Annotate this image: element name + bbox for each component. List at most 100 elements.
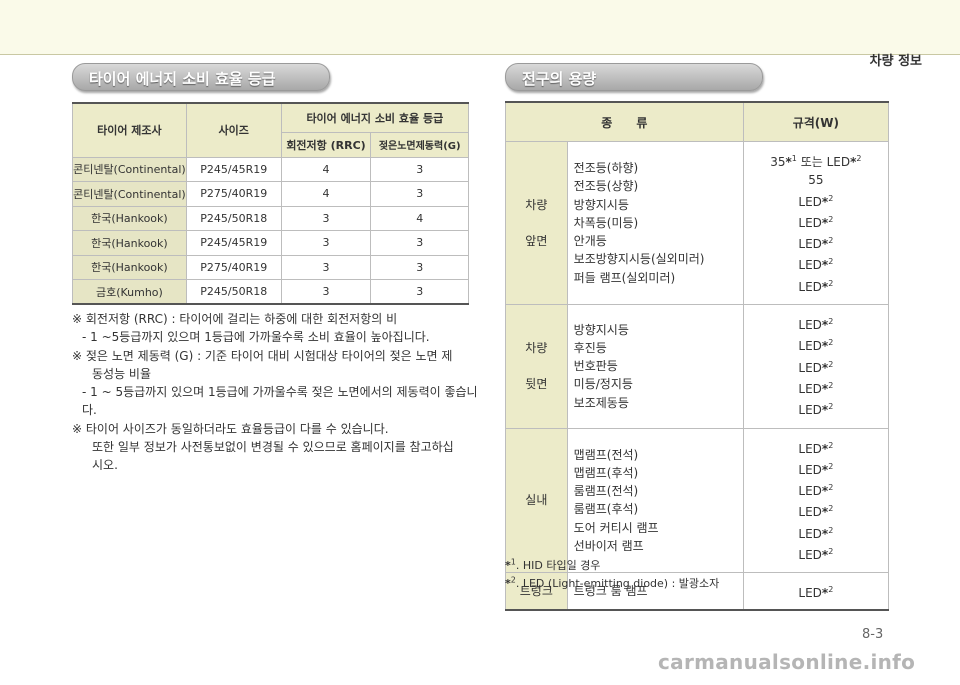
header-rrc: 회전저항 (RRC) (280, 131, 372, 158)
maker-cell: 한국(Hankook) (72, 230, 187, 256)
bulb-item: 보조제동등 (573, 395, 629, 410)
maker-cell: 한국(Hankook) (72, 205, 187, 231)
rrc-cell: 4 (280, 181, 372, 207)
bulb-spec: 35*1 또는 LED*2 (770, 154, 862, 169)
tire-notes: ※ 회전저항 (RRC) : 타이어에 걸리는 하중에 대한 회전저항의 비 - … (72, 310, 482, 475)
bulb-item: 도어 커티시 램프 (573, 520, 659, 535)
bulb-spec: LED*2 (798, 214, 834, 230)
size-cell: P275/40R19 (185, 181, 282, 207)
bulb-item: 전조등(상향) (573, 179, 639, 194)
bulb-spec: LED*2 (798, 278, 834, 294)
bulb-spec: LED*2 (798, 359, 834, 375)
bulb-item: 보조방향지시등(실외미러) (573, 252, 705, 267)
page-number: 8-3 (862, 627, 884, 642)
note-line: ※ 회전저항 (RRC) : 타이어에 걸리는 하중에 대한 회전저항의 비 (72, 312, 398, 326)
footnote-1: *1. HID 타입일 경우 (505, 557, 601, 572)
bulb-item: 미등/정지등 (573, 377, 633, 392)
bulb-category: 차량앞면 (505, 140, 568, 306)
bulb-spec: LED*2 (798, 317, 834, 333)
bulb-item: 룸램프(후석) (573, 502, 639, 517)
maker-cell: 금호(Kumho) (72, 279, 187, 305)
bulb-spec: LED*2 (798, 547, 834, 563)
wet-grip-cell: 3 (370, 254, 469, 280)
rrc-cell: 3 (280, 254, 372, 280)
header-wet-grip: 젖은노면제동력(G) (370, 131, 469, 158)
bulb-group-row: 차량앞면 전조등(하향) 전조등(상향) 방향지시등차폭등(미등) 안개등보조방향지시등… (505, 140, 890, 306)
header-spec: 규격(W) (742, 101, 890, 142)
header-type: 종 류 (505, 101, 744, 142)
bulb-item: 룸램프(전석) (573, 484, 639, 499)
wet-grip-cell: 3 (370, 230, 469, 256)
bulb-group-row: 차량 뒷면 방향지시등 후진등 번호판등 미등/정지등 보조제동등 LED*2 LED*2 LED… (505, 304, 890, 429)
note-line: - 1 ~ 5등급까지 있으며 1등급에 가까울수록 젖은 노면에서의 제동력이… (82, 385, 478, 418)
size-cell: P245/50R18 (185, 205, 282, 231)
wet-grip-cell: 4 (370, 205, 469, 231)
wet-grip-cell: 3 (370, 279, 469, 305)
table-row: 한국(Hankook) P275/40R19 3 3 (72, 254, 469, 280)
bulb-item: 전조등(하향) (573, 161, 639, 175)
wet-grip-cell: 3 (370, 156, 469, 182)
note-line: 동성능 비율 (92, 366, 152, 381)
bulb-spec: 55 (808, 173, 824, 188)
maker-cell: 콘티넨탈(Continental) (72, 181, 187, 207)
watermark: carmanualsonline.info (658, 650, 916, 674)
note-line: 시오. (92, 458, 118, 473)
bulb-specs: LED*2 LED*2 LED*2 LED*2 LED*2 (742, 304, 890, 429)
size-cell: P275/40R19 (185, 254, 282, 280)
bulb-spec: LED*2 (798, 193, 834, 209)
table-row: 한국(Hankook) P245/50R18 3 4 (72, 205, 469, 231)
rrc-cell: 3 (280, 279, 372, 305)
bulb-item: 안개등 (573, 234, 607, 249)
bulb-spec: LED*2 (798, 504, 834, 520)
bulb-spec: LED*2 (798, 402, 834, 418)
rrc-cell: 3 (280, 205, 372, 231)
bulb-spec: LED*2 (798, 461, 834, 477)
bulb-items: 방향지시등후진등번호판등미등/정지등보조제동등 (566, 304, 744, 429)
bulb-item: 번호판등 (573, 359, 618, 374)
size-cell: P245/50R18 (185, 279, 282, 305)
bulb-spec: LED*2 (798, 525, 834, 541)
bulb-spec: LED*2 (798, 236, 834, 252)
rrc-cell: 3 (280, 230, 372, 256)
bulb-specs: LED*2 (742, 572, 890, 612)
table-row: 한국(Hankook) P245/45R19 3 3 (72, 230, 469, 256)
size-cell: P245/45R19 (185, 230, 282, 256)
note-line: 또한 일부 정보가 사전통보없이 변경될 수 있으므로 홈페이지를 참고하십 (92, 440, 454, 455)
bulb-items: 맵램프(전석) 맵램프(후석) 룸램프(전석) 룸램프(후석) 도어 커티시 램프 선바이… (566, 427, 744, 574)
note-line: ※ 젖은 노면 제동력 (G) : 기준 타이어 대비 시험대상 타이어의 젖은… (72, 348, 453, 363)
tire-title: 타이어 에너지 소비 효율 등급 (89, 70, 276, 88)
category-label: 뒷면 (525, 377, 548, 392)
wet-grip-cell: 3 (370, 181, 469, 207)
category-label: 앞면 (525, 234, 548, 249)
category-label: 차량 (525, 198, 548, 213)
table-row: 콘티넨탈(Continental) P245/45R19 4 3 (72, 156, 469, 182)
bulb-item: 차폭등(미등) (573, 215, 639, 230)
category-label: 차량 (525, 341, 548, 356)
header-maker: 타이어 제조사 (72, 102, 187, 158)
bulb-item: 후진등 (573, 340, 607, 355)
bulb-specs: 35*1 또는 LED*2 55 LED*2 LED*2 LED*2 LED*2 LED*2 (742, 140, 890, 306)
header-grade: 타이어 에너지 소비 효율 등급 (280, 102, 470, 133)
bulb-title-pill: 전구의 용량 (505, 63, 763, 91)
table-row: 콘티넨탈(Continental) P275/40R19 4 3 (72, 181, 469, 207)
note-line: - 1 ~5등급까지 있으며 1등급에 가까울수록 소비 효율이 높아집니다. (82, 330, 430, 345)
maker-cell: 한국(Hankook) (72, 254, 187, 280)
category-label: 실내 (525, 493, 548, 508)
section-title: 차량 정보 (869, 54, 922, 69)
bulb-capacity-table: 종 류 규격(W) 차량 앞면 전조등(하향) 전조등(상향) 방향지시등 차폭등(미등)… (505, 101, 890, 612)
tire-title-pill: 타이어 에너지 소비 효율 등급 (72, 63, 330, 91)
rrc-cell: 4 (280, 156, 372, 182)
bulb-item: 맵램프(전석) (573, 447, 639, 462)
size-cell: P245/45R19 (185, 156, 282, 182)
bulb-item: 퍼들 램프(실외미러) (573, 270, 676, 285)
header-size: 사이즈 (185, 102, 282, 158)
bulb-item: 방향지시등 (573, 322, 629, 337)
bulb-category: 차량뒷면 (505, 304, 568, 429)
tire-efficiency-table: 타이어 제조사 사이즈 타이어 에너지 소비 효율 등급 회전저항 (RRC) … (72, 102, 470, 305)
top-band-divider (0, 54, 960, 55)
bulb-category: 실내 (505, 427, 568, 574)
bulb-spec: LED*2 (798, 380, 834, 396)
bulb-item: 방향지시등 (573, 197, 629, 212)
bulb-item: 맵램프(후석) (573, 465, 639, 480)
note-line: ※ 타이어 사이즈가 동일하더라도 효율등급이 다를 수 있습니다. (72, 421, 389, 436)
